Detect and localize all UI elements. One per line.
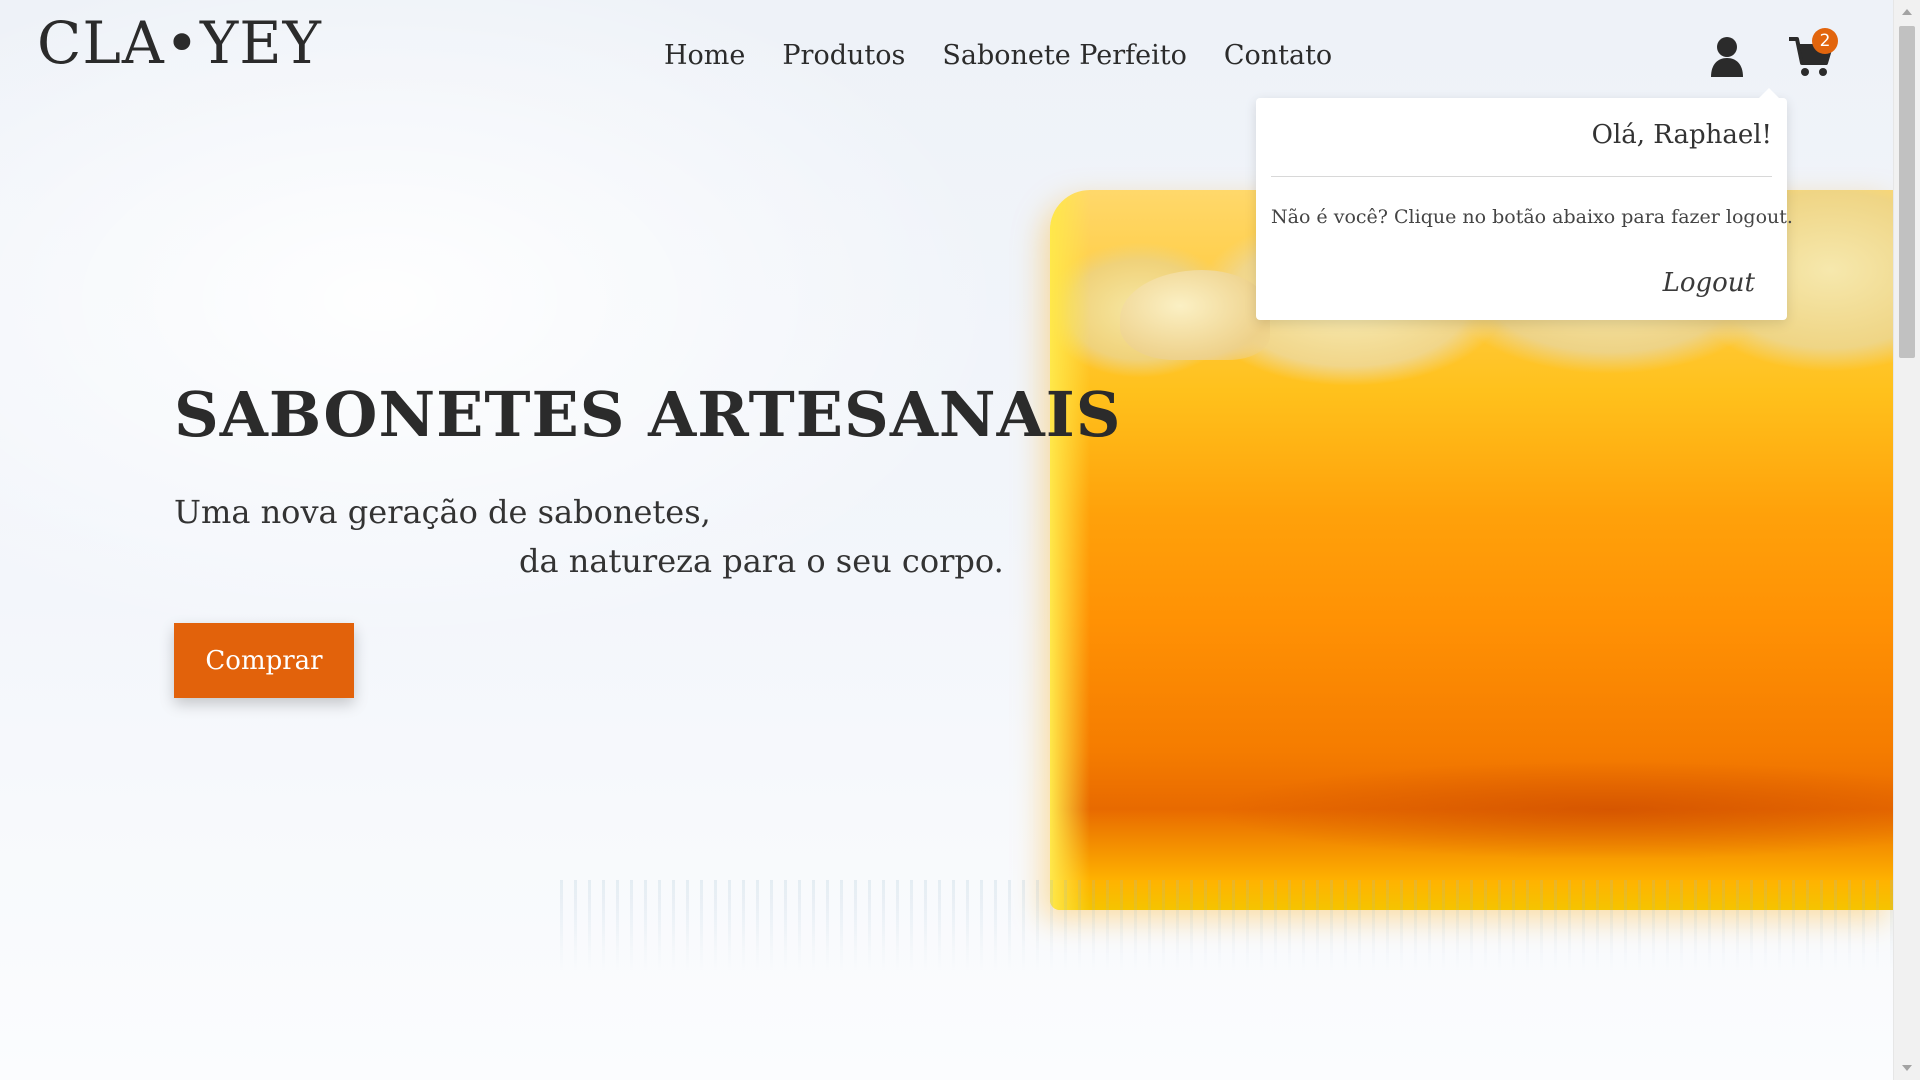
page-scrollbar[interactable] xyxy=(1893,0,1920,1080)
nav-item-contato[interactable]: Contato xyxy=(1224,40,1332,71)
surface-reflection xyxy=(560,880,1900,970)
logout-button[interactable]: Logout xyxy=(1663,268,1755,298)
buy-button[interactable]: Comprar xyxy=(174,623,354,698)
user-dropdown: Olá, Raphael! Não é você? Clique no botã… xyxy=(1256,88,1793,320)
scroll-down-icon[interactable] xyxy=(1902,1065,1912,1071)
logout-info-text: Não é você? Clique no botão abaixo para … xyxy=(1271,206,1793,228)
nav-item-produtos[interactable]: Produtos xyxy=(782,40,905,71)
cart-count-badge: 2 xyxy=(1812,28,1838,54)
scrollbar-thumb[interactable] xyxy=(1899,26,1915,358)
hero-title: SABONETES ARTESANAIS xyxy=(174,378,1122,451)
hero-subtitle-line1: Uma nova geração de sabonetes, xyxy=(174,493,711,531)
scroll-up-icon[interactable] xyxy=(1902,9,1912,15)
nav-item-sabonete-perfeito[interactable]: Sabonete Perfeito xyxy=(942,40,1186,71)
dropdown-divider xyxy=(1271,176,1772,177)
page: CLA•YEY Home Produtos Sabonete Perfeito … xyxy=(0,0,1920,1080)
main-nav: Home Produtos Sabonete Perfeito Contato xyxy=(664,40,1332,71)
nav-item-home[interactable]: Home xyxy=(664,40,745,71)
user-icon[interactable] xyxy=(1710,36,1744,78)
user-greeting: Olá, Raphael! xyxy=(1591,120,1772,150)
brand-logo[interactable]: CLA•YEY xyxy=(37,14,322,72)
hero-subtitle-line2: da natureza para o seu corpo. xyxy=(519,542,1004,580)
